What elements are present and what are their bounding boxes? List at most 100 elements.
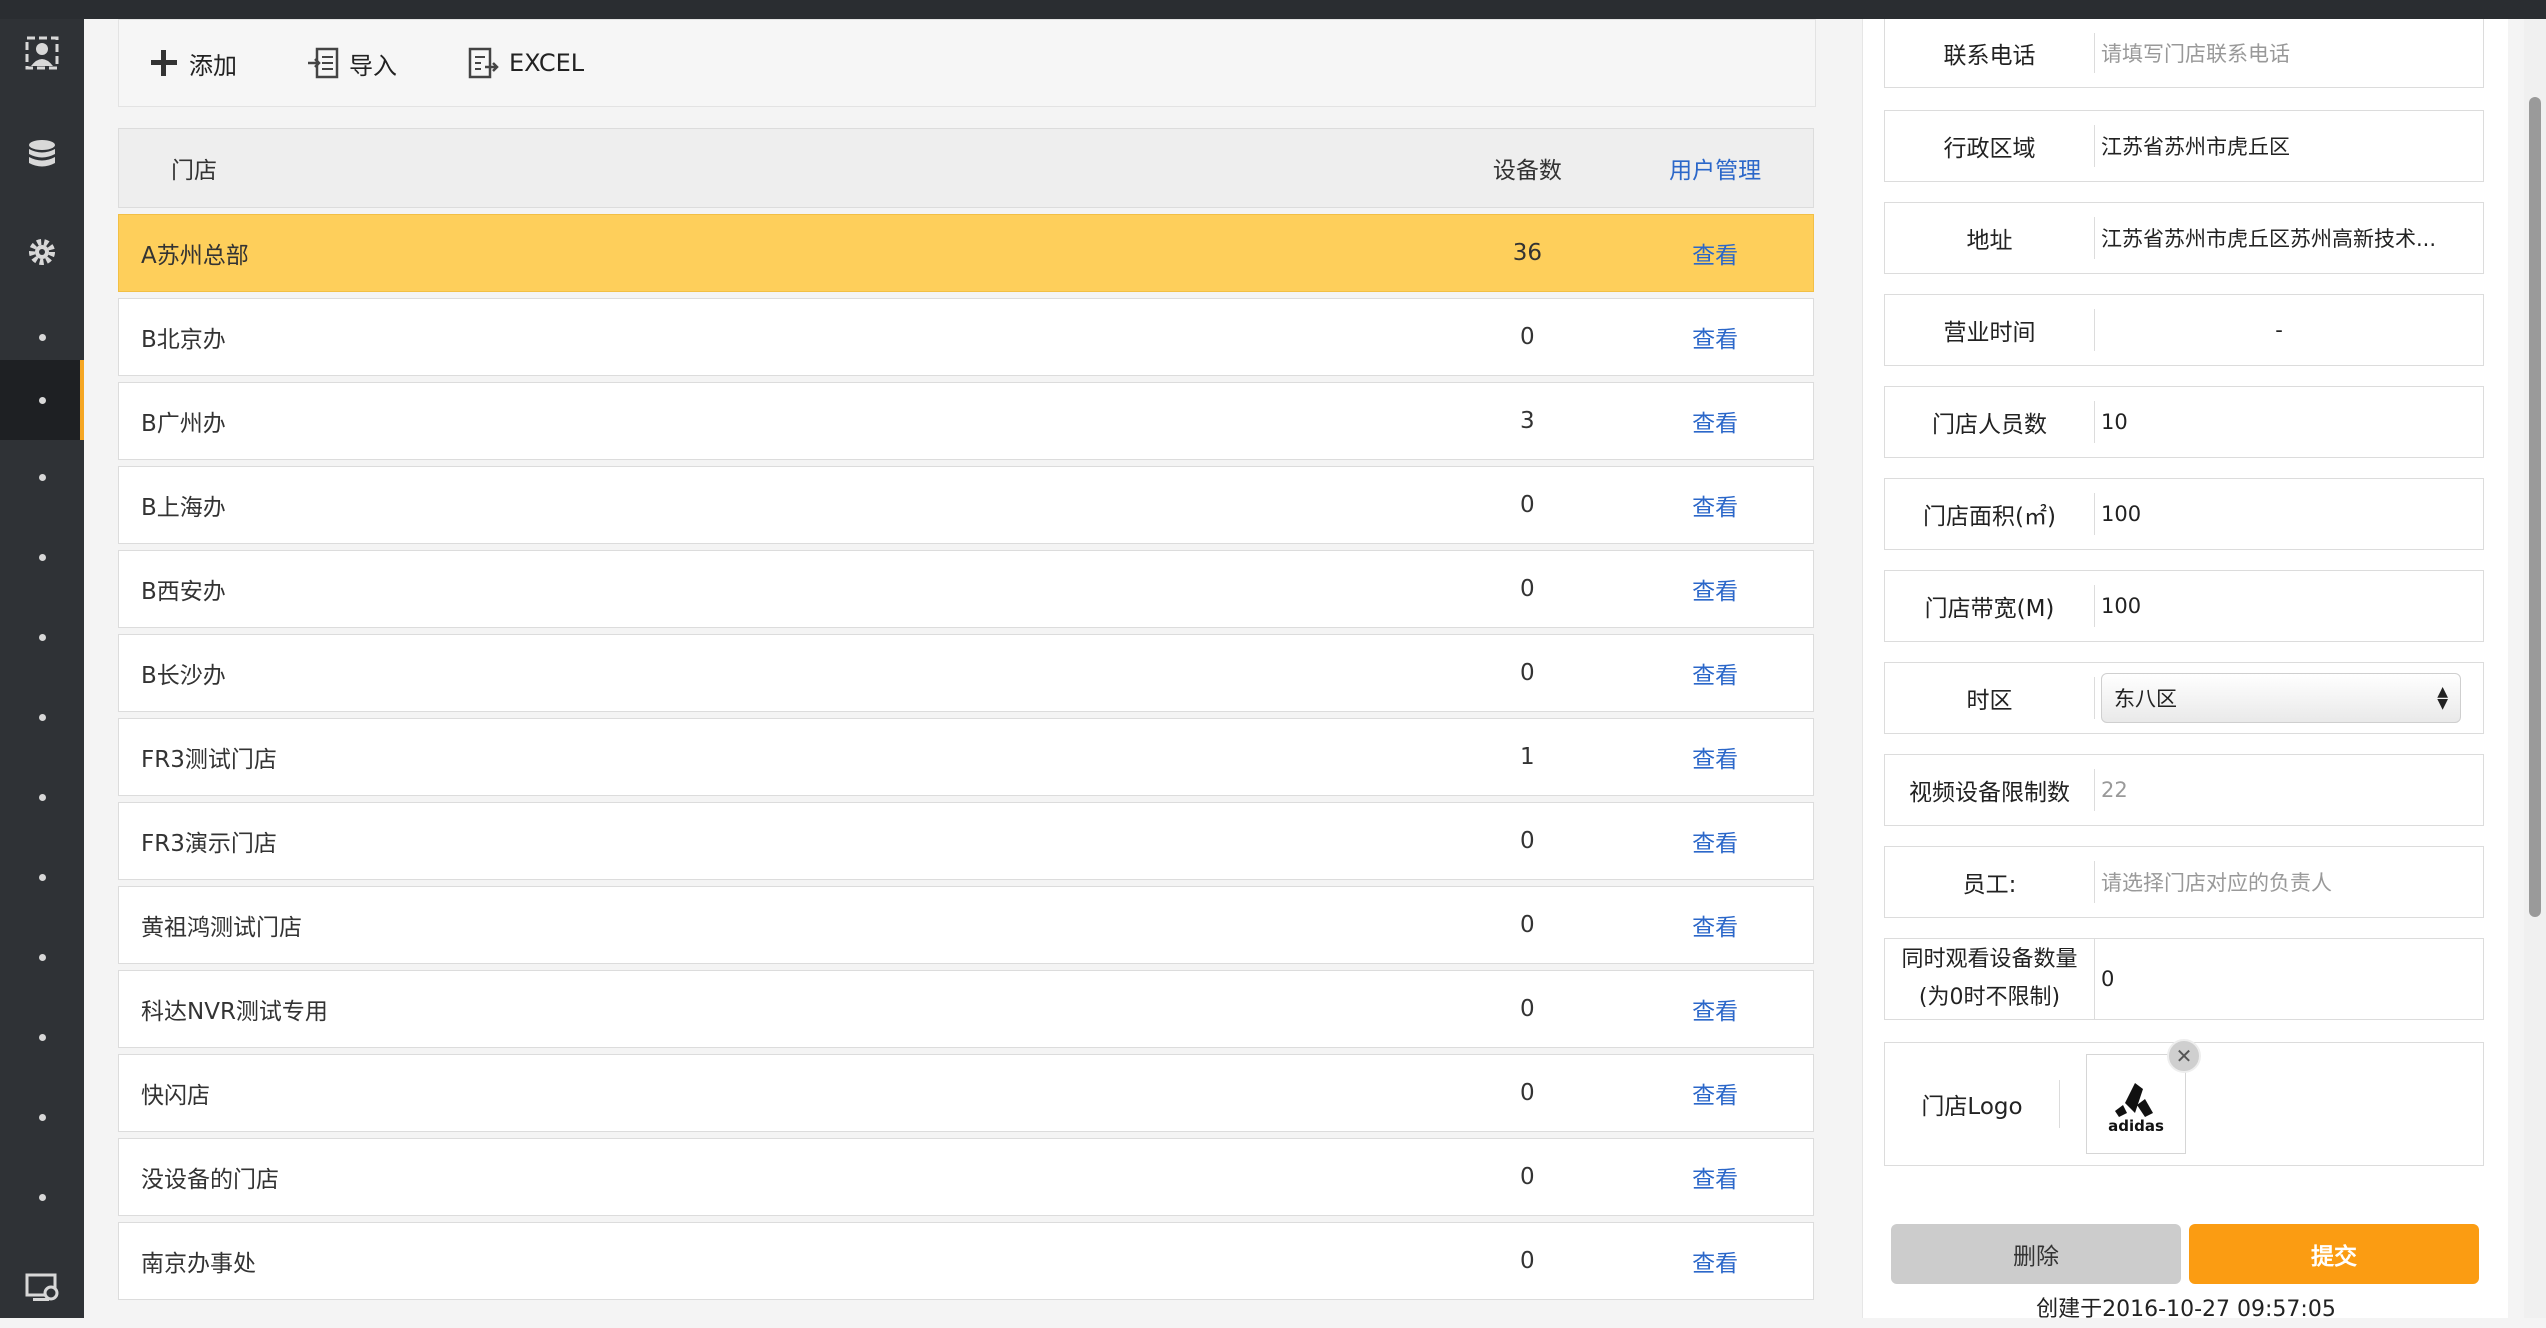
video-limit-row: 视频设备限制数 22 — [1884, 754, 2484, 826]
store-logo[interactable]: adidas ✕ — [2086, 1039, 2201, 1154]
submit-button[interactable]: 提交 — [2189, 1224, 2479, 1284]
sidebar-item-7[interactable] — [0, 757, 84, 837]
dot-icon — [38, 793, 46, 801]
view-link[interactable]: 查看 — [1617, 656, 1813, 690]
concurrent-view-label-line1: 同时观看设备数量 — [1901, 947, 2078, 972]
scrollbar-thumb[interactable] — [2529, 97, 2541, 917]
concurrent-view-input[interactable]: 0 — [2095, 967, 2483, 991]
device-count: 0 — [1520, 1080, 1535, 1106]
region-input[interactable]: 江苏省苏州市虎丘区 — [2095, 131, 2483, 161]
store-name: FR3测试门店 — [141, 747, 277, 773]
table-row[interactable]: B北京办 0 查看 — [118, 298, 1814, 376]
timezone-value: 东八区 — [2114, 687, 2177, 711]
remove-logo-button[interactable]: ✕ — [2167, 1039, 2201, 1073]
video-limit-input[interactable]: 22 — [2095, 778, 2483, 802]
dot-icon — [38, 396, 46, 404]
timezone-select[interactable]: 东八区 ▲ ▼ — [2101, 673, 2461, 723]
sidebar-item-9[interactable] — [0, 917, 84, 997]
sidebar-item-2-active[interactable] — [0, 360, 84, 440]
store-name: 科达NVR测试专用 — [141, 999, 328, 1025]
table-row[interactable]: 科达NVR测试专用 0 查看 — [118, 970, 1814, 1048]
store-detail-panel: 联系电话 请填写门店联系电话 行政区域 江苏省苏州市虎丘区 地址 江苏省苏州市虎… — [1862, 19, 2508, 1322]
view-link[interactable]: 查看 — [1617, 1244, 1813, 1278]
address-input[interactable]: 江苏省苏州市虎丘区苏州高新技术... — [2095, 223, 2483, 253]
header-device-count: 设备数 — [1492, 158, 1562, 184]
table-row[interactable]: 南京办事处 0 查看 — [118, 1222, 1814, 1300]
table-row[interactable]: FR3演示门店 0 查看 — [118, 802, 1814, 880]
sidebar-item-11[interactable] — [0, 1077, 84, 1157]
table-row[interactable]: B西安办 0 查看 — [118, 550, 1814, 628]
excel-button[interactable]: EXCEL — [467, 47, 584, 79]
user-icon — [25, 36, 59, 70]
sidebar-item-database[interactable] — [0, 114, 84, 194]
table-row[interactable]: B上海办 0 查看 — [118, 466, 1814, 544]
store-name: B上海办 — [141, 495, 226, 521]
hours-row: 营业时间 - — [1884, 294, 2484, 366]
sidebar-item-8[interactable] — [0, 837, 84, 917]
header-user-management[interactable]: 用户管理 — [1617, 151, 1813, 185]
bandwidth-input[interactable]: 100 — [2095, 594, 2483, 618]
dot-icon — [38, 1193, 46, 1201]
table-row[interactable]: FR3测试门店 1 查看 — [118, 718, 1814, 796]
store-name: 黄祖鸿测试门店 — [141, 915, 302, 941]
device-count: 1 — [1520, 744, 1535, 770]
top-bar — [0, 0, 2546, 19]
table-row[interactable]: 快闪店 0 查看 — [118, 1054, 1814, 1132]
sidebar-item-settings[interactable] — [0, 212, 84, 292]
employee-input[interactable]: 请选择门店对应的负责人 — [2095, 867, 2483, 897]
select-arrows-icon: ▲ ▼ — [2437, 684, 2448, 712]
sidebar-item-monitor[interactable] — [0, 1248, 84, 1328]
view-link[interactable]: 查看 — [1617, 824, 1813, 858]
add-button[interactable]: 添加 — [149, 46, 237, 81]
store-name: 南京办事处 — [141, 1251, 256, 1277]
sidebar-item-5[interactable] — [0, 597, 84, 677]
phone-row: 联系电话 请填写门店联系电话 — [1884, 19, 2484, 88]
region-row: 行政区域 江苏省苏州市虎丘区 — [1884, 110, 2484, 182]
dot-icon — [38, 473, 46, 481]
view-link[interactable]: 查看 — [1617, 404, 1813, 438]
import-button[interactable]: 导入 — [307, 46, 397, 81]
table-header: 门店 设备数 用户管理 — [118, 128, 1814, 208]
view-link[interactable]: 查看 — [1617, 572, 1813, 606]
store-table: 门店 设备数 用户管理 A苏州总部 36 查看 B北京办 0 查看 B广州办 3… — [118, 128, 1814, 1300]
bandwidth-row: 门店带宽(M) 100 — [1884, 570, 2484, 642]
scrollbar[interactable] — [2524, 19, 2546, 1318]
sidebar-item-6[interactable] — [0, 677, 84, 757]
view-link[interactable]: 查看 — [1617, 236, 1813, 270]
sidebar-item-10[interactable] — [0, 997, 84, 1077]
sidebar-item-user[interactable] — [0, 13, 84, 93]
export-excel-icon — [468, 47, 499, 79]
dot-icon — [38, 1113, 46, 1121]
staff-count-input[interactable]: 10 — [2095, 410, 2483, 434]
view-link[interactable]: 查看 — [1617, 992, 1813, 1026]
view-link[interactable]: 查看 — [1617, 1076, 1813, 1110]
view-link[interactable]: 查看 — [1617, 320, 1813, 354]
store-name: 没设备的门店 — [141, 1167, 279, 1193]
dot-icon — [38, 633, 46, 641]
table-row[interactable]: B广州办 3 查看 — [118, 382, 1814, 460]
address-label: 地址 — [1885, 217, 2095, 259]
sidebar-item-4[interactable] — [0, 517, 84, 597]
hours-value[interactable]: - — [2095, 318, 2483, 342]
staff-count-label: 门店人员数 — [1885, 401, 2095, 443]
sidebar-item-3[interactable] — [0, 437, 84, 517]
adidas-logo-icon: adidas — [2108, 1083, 2164, 1135]
table-row[interactable]: A苏州总部 36 查看 — [118, 214, 1814, 292]
area-row: 门店面积(㎡) 100 — [1884, 478, 2484, 550]
sidebar-item-12[interactable] — [0, 1157, 84, 1237]
view-link[interactable]: 查看 — [1617, 488, 1813, 522]
phone-input[interactable]: 请填写门店联系电话 — [2095, 38, 2483, 68]
table-row[interactable]: B长沙办 0 查看 — [118, 634, 1814, 712]
delete-button[interactable]: 删除 — [1891, 1224, 2181, 1284]
import-icon — [308, 47, 339, 79]
table-row[interactable]: 没设备的门店 0 查看 — [118, 1138, 1814, 1216]
view-link[interactable]: 查看 — [1617, 908, 1813, 942]
table-row[interactable]: 黄祖鸿测试门店 0 查看 — [118, 886, 1814, 964]
view-link[interactable]: 查看 — [1617, 740, 1813, 774]
area-input[interactable]: 100 — [2095, 502, 2483, 526]
sidebar — [0, 19, 84, 1318]
view-link[interactable]: 查看 — [1617, 1160, 1813, 1194]
plus-icon — [151, 50, 177, 76]
video-limit-label: 视频设备限制数 — [1885, 769, 2095, 811]
monitor-settings-icon — [25, 1273, 59, 1301]
